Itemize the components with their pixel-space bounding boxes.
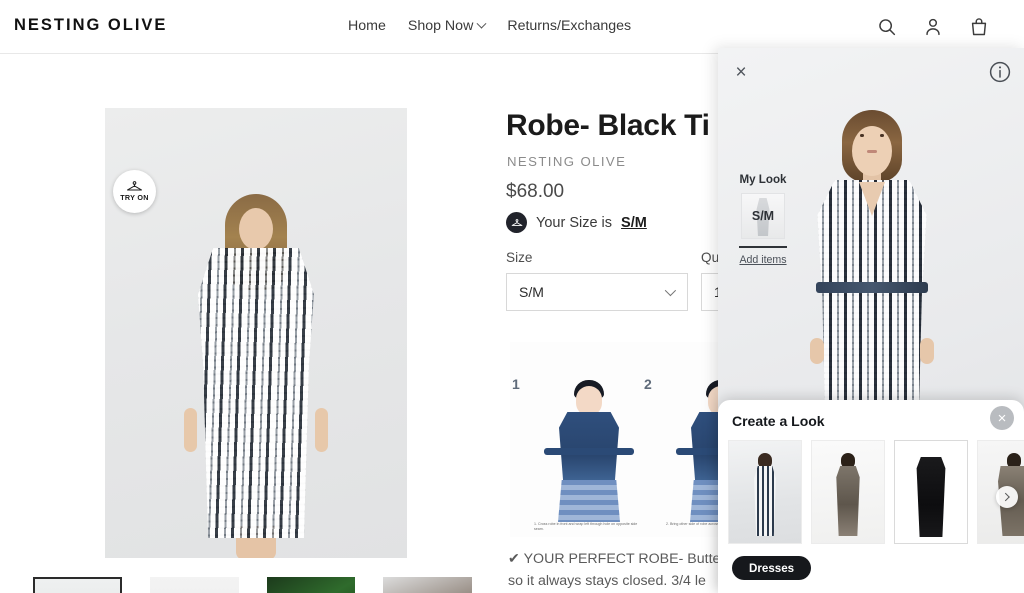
size-select-value: S/M [519,284,544,300]
model-photo-figure [105,108,407,558]
nav-item-shop-now[interactable]: Shop Now [407,18,487,34]
nav-item-shop-now-label: Shop Now [407,18,474,34]
avatar-eye-left [860,134,864,137]
look-item-3[interactable] [894,440,968,544]
try-on-label: TRY ON [120,193,149,202]
try-on-button[interactable]: TRY ON [113,170,156,213]
figure-sash [544,448,634,455]
browser-viewport: NESTING OLIVE Home Shop Now Returns/Exch… [0,0,1024,593]
look-items-carousel[interactable] [728,440,1024,544]
try-on-panel-toolbar: × [718,48,1024,94]
try-on-avatar[interactable] [792,110,952,450]
howto-step-1-caption: 1. Cross robe in front and wrap left thr… [534,522,638,532]
size-select[interactable]: S/M [506,273,688,311]
my-look-title: My Look [739,173,787,186]
site-header: NESTING OLIVE Home Shop Now Returns/Exch… [0,0,1024,54]
size-field: Size S/M [506,250,688,311]
howto-step-1-number: 1 [512,376,520,392]
create-a-look-drawer: Create a Look × Dresses [718,400,1024,593]
howto-step-1: 1 1. Cross robe in front and wrap left t… [512,372,646,532]
model-arm-left [184,408,197,452]
product-title: Robe- Black Ti [506,109,710,142]
avatar-robe-sash [816,282,928,293]
figure-skirt [558,480,620,522]
nav-item-returns-exchanges-label: Returns/Exchanges [507,18,632,34]
avatar-mouth [867,150,877,153]
look-item-2-image [831,453,865,537]
thumbnail-3[interactable] [266,577,356,593]
create-a-look-close-button[interactable]: × [990,406,1014,430]
cart-icon[interactable] [968,15,990,39]
your-size-prefix: Your Size is [536,214,613,231]
look-item-1-image [748,453,782,537]
howto-step-1-figure [542,380,636,522]
nav-item-home-label: Home [348,18,386,34]
account-icon[interactable] [922,15,944,39]
my-look-item[interactable]: S/M [741,193,785,239]
product-price: $68.00 [506,181,565,202]
figure-body [916,457,946,537]
look-item-2[interactable] [811,440,885,544]
chevron-down-icon [664,284,677,297]
figure-head [576,386,602,416]
product-vendor: NESTING OLIVE [507,154,627,169]
category-chip-dresses[interactable]: Dresses [732,556,812,580]
look-item-1[interactable] [728,440,802,544]
your-size-value[interactable]: S/M [621,215,647,231]
howto-step-2-number: 2 [644,376,652,392]
search-icon[interactable] [876,15,898,39]
figure-body [754,466,776,536]
carousel-next-button[interactable] [996,486,1018,508]
add-items-link[interactable]: Add items [730,254,796,266]
avatar-hand-right [920,338,934,364]
nav-item-home[interactable]: Home [348,18,386,34]
model-face [239,208,273,250]
your-size-note: Your Size is S/M [506,212,647,233]
create-a-look-title: Create a Look [732,413,825,429]
my-look-item-size: S/M [751,209,775,223]
model-arm-right [315,408,328,452]
category-chip-label: Dresses [749,561,795,575]
product-main-image[interactable] [105,108,407,558]
brand-logo[interactable]: NESTING OLIVE [14,16,167,35]
model-robe-garment [198,248,314,538]
my-look-section: My Look S/M Add items [730,173,796,266]
divider [739,246,787,248]
thumbnail-strip [0,577,500,593]
thumbnail-4[interactable] [383,577,472,593]
size-field-label: Size [506,250,533,265]
info-icon[interactable] [988,60,1012,84]
thumbnail-2[interactable] [149,577,239,593]
figure-body [836,466,860,536]
close-icon[interactable]: × [730,61,752,83]
avatar-eye-right [880,134,884,137]
thumbnail-1[interactable] [33,577,122,593]
avatar-hand-left [810,338,824,364]
product-gallery: TRY ON [0,54,500,593]
nav-item-returns-exchanges[interactable]: Returns/Exchanges [507,18,631,34]
hanger-icon [127,181,142,191]
chevron-right-icon [1001,492,1010,502]
hanger-badge-icon [506,212,527,233]
avatar-robe-garment [817,180,927,430]
chevron-down-icon [476,18,487,29]
main-navigation: Home Shop Now Returns/Exchanges [348,18,631,34]
look-item-3-image [914,453,948,537]
header-icon-group [876,15,990,39]
